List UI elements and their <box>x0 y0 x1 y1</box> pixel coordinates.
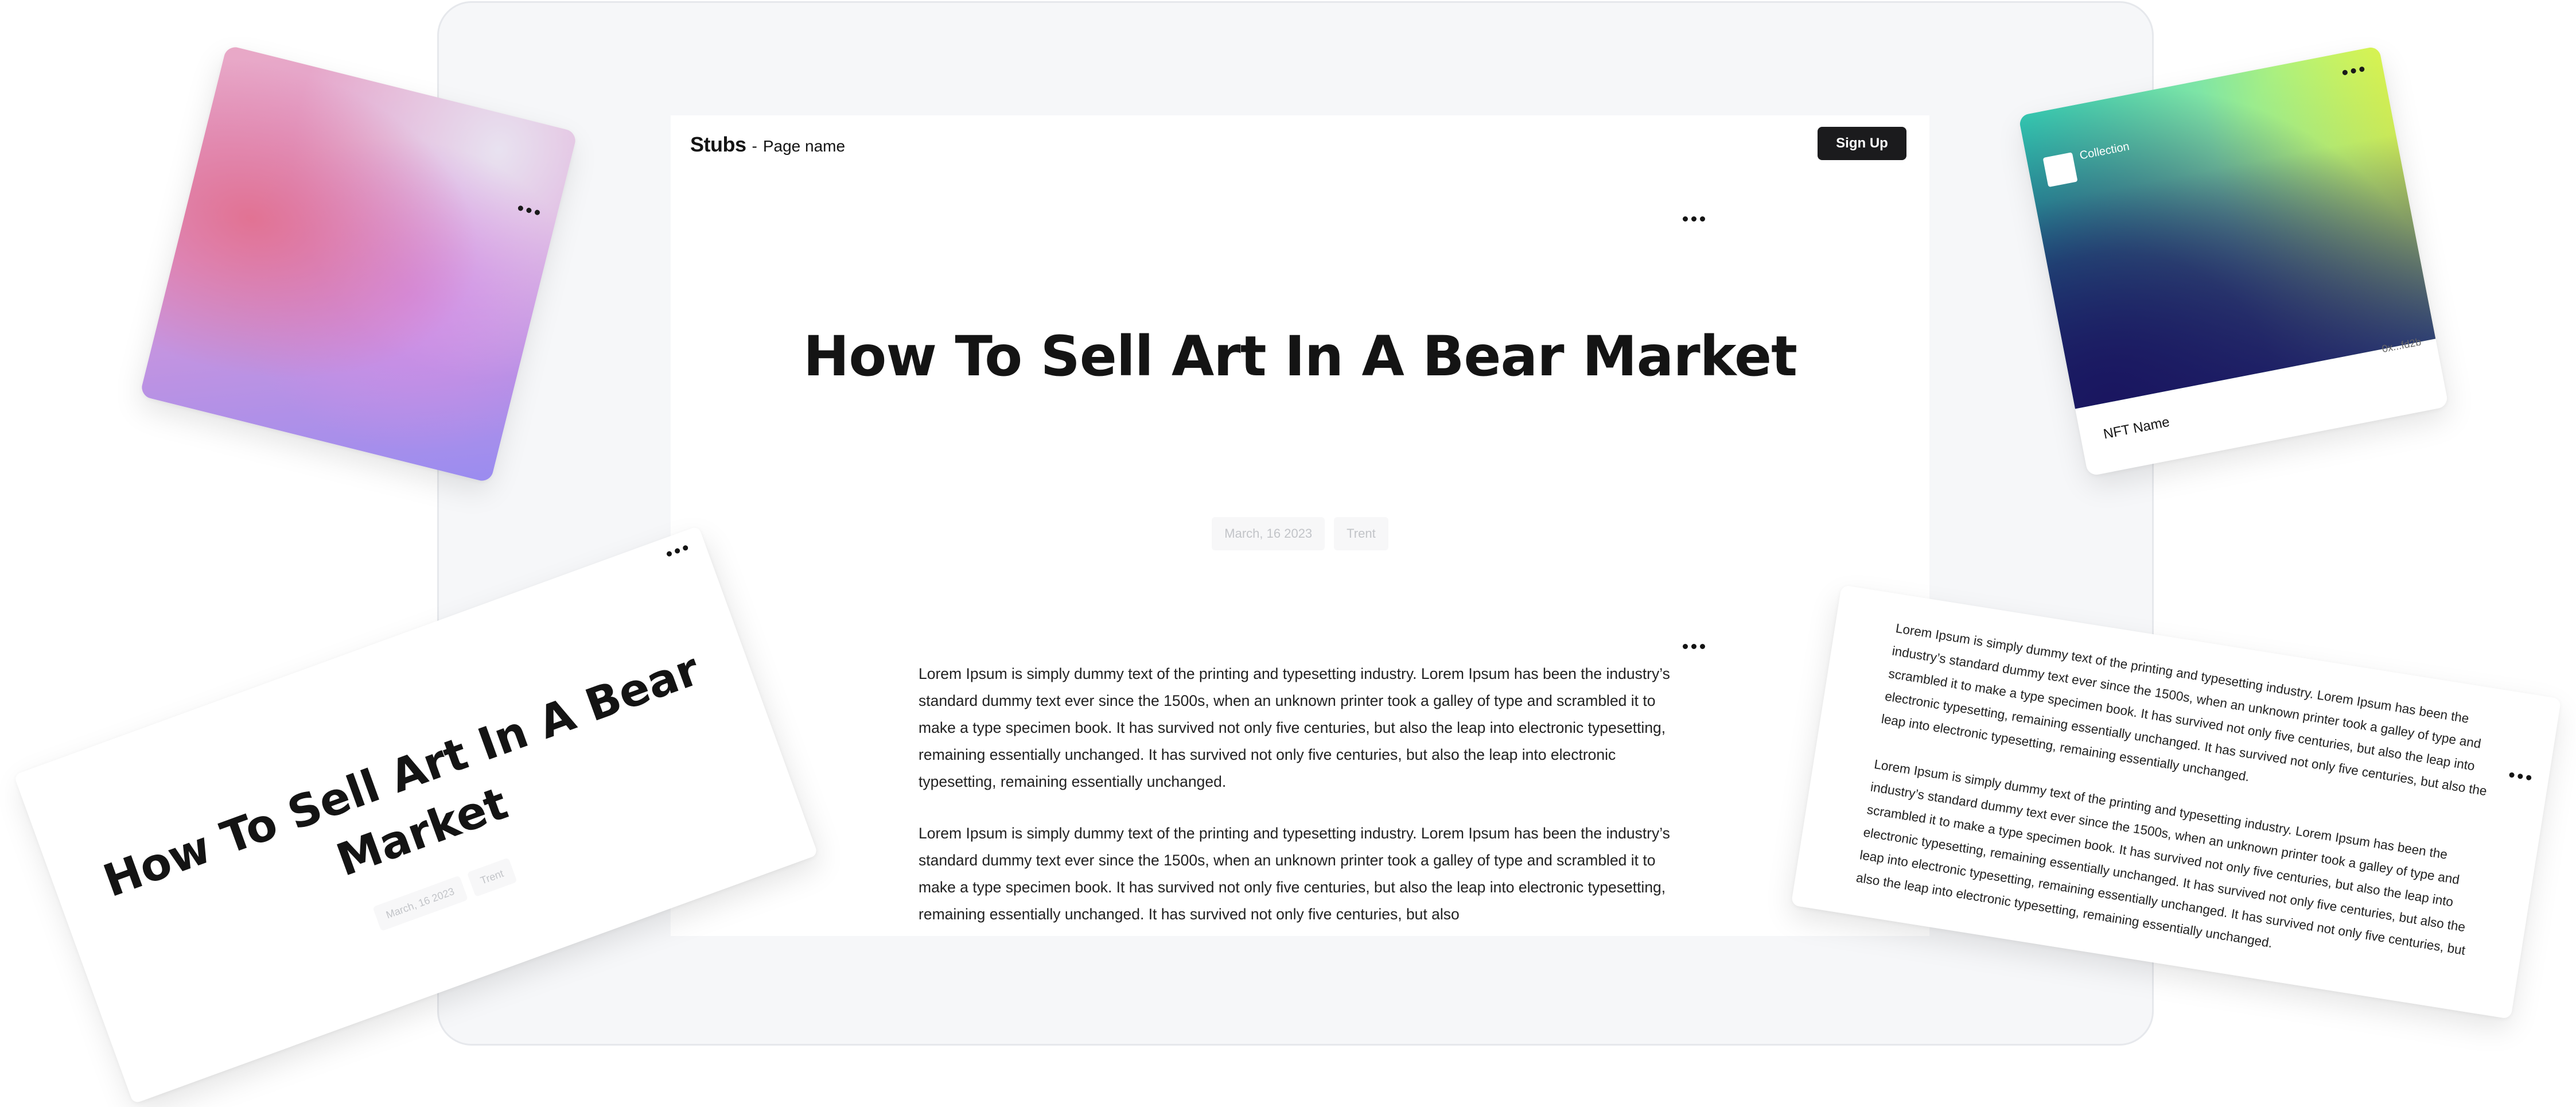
page-preview: Stubs - Page name Sign Up How To Sell Ar… <box>671 115 1929 936</box>
more-icon[interactable] <box>1683 216 1705 222</box>
brand-logo[interactable]: Stubs <box>690 133 746 157</box>
author-badge: Trent <box>466 857 517 898</box>
sign-up-button[interactable]: Sign Up <box>1818 127 1906 160</box>
body-paragraph: Lorem Ipsum is simply dummy text of the … <box>919 665 1670 790</box>
nft-card[interactable]: Collection 0x...fd2b NFT Name <box>2018 45 2449 477</box>
collection-avatar <box>2042 152 2078 188</box>
post-meta: March, 16 2023 Trent <box>671 517 1929 550</box>
more-icon[interactable] <box>666 545 689 557</box>
date-badge: March, 16 2023 <box>372 875 468 931</box>
more-icon[interactable] <box>1683 644 1705 649</box>
page-title: How To Sell Art In A Bear Market <box>803 324 1797 389</box>
nft-name: NFT Name <box>2102 414 2171 442</box>
page-name: Page name <box>762 137 846 155</box>
date-badge: March, 16 2023 <box>1212 517 1325 550</box>
header-brand: Stubs - Page name <box>690 133 845 157</box>
brand-separator: - <box>752 137 757 155</box>
body-paragraph: Lorem Ipsum is simply dummy text of the … <box>919 825 1670 923</box>
more-icon[interactable] <box>2508 772 2532 781</box>
more-icon[interactable] <box>517 205 540 216</box>
author-badge: Trent <box>1334 517 1388 550</box>
